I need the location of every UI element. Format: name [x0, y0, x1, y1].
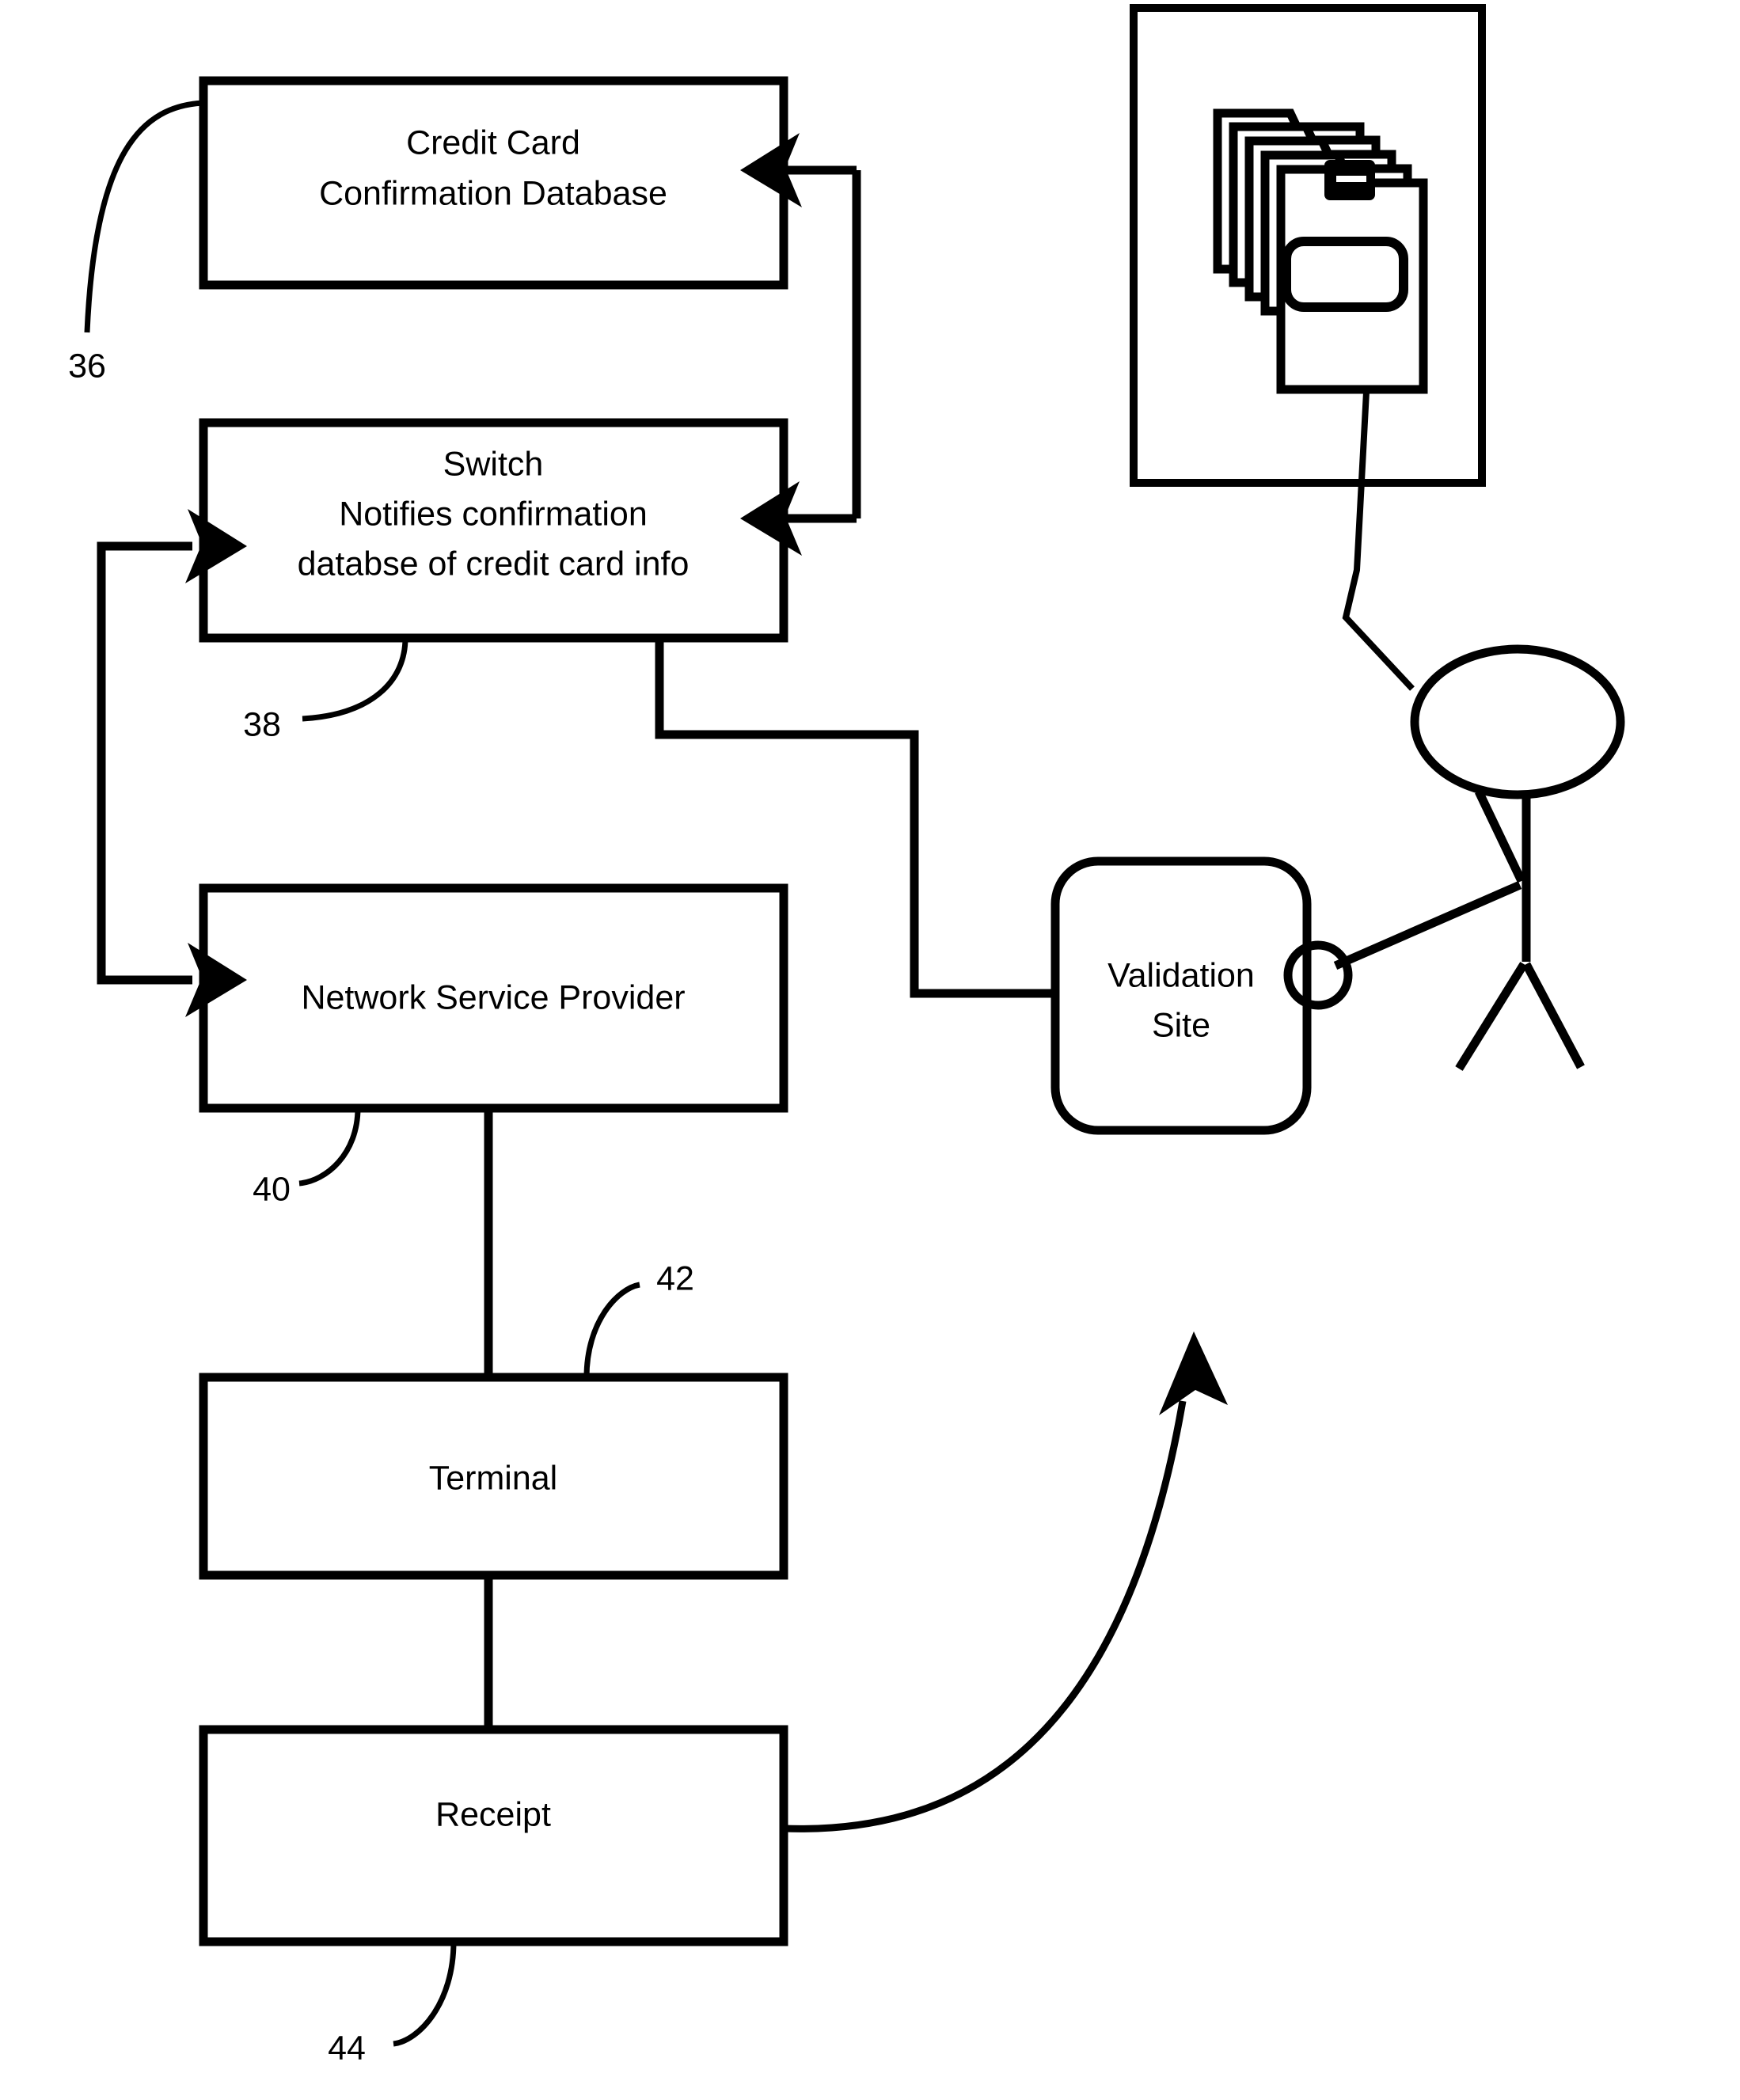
node-credit-card-confirmation-database[interactable]: Credit Card Confirmation Database: [199, 76, 788, 290]
ref-38-leader: [302, 637, 408, 722]
person-shoulder-left: [1475, 789, 1525, 883]
stick-figure-person-icon: [1283, 644, 1625, 1071]
ref-42-group: 42: [583, 1259, 694, 1378]
validation-site-box[interactable]: [1050, 856, 1312, 1135]
receipt-box[interactable]: [199, 1725, 788, 1946]
validation-site-label-line1: Validation: [1107, 956, 1255, 994]
person-leg-left: [1455, 962, 1528, 1071]
ref-40-group: 40: [253, 1107, 361, 1208]
ref-36-group: 36: [68, 100, 204, 385]
switch-label-line2: Notifies confirmation: [339, 495, 648, 533]
network-service-provider-label: Network Service Provider: [301, 978, 685, 1016]
switch-label-line3: databse of credit card info: [298, 545, 690, 583]
person-head: [1410, 644, 1625, 799]
ref-40-label: 40: [253, 1170, 291, 1208]
node-validation-site[interactable]: Validation Site: [1050, 856, 1312, 1135]
ref-38-group: 38: [243, 637, 408, 743]
folder-window: [1282, 237, 1408, 312]
ref-36-leader: [84, 100, 204, 333]
credit-card-db-label-line2: Confirmation Database: [319, 174, 667, 212]
receipt-label: Receipt: [435, 1795, 551, 1833]
ref-44-group: 44: [328, 1941, 457, 2067]
ref-42-label: 42: [656, 1259, 694, 1297]
left-return-path: [97, 541, 192, 985]
switch-label-line1: Switch: [443, 445, 544, 483]
folder-clip-slot: [1336, 176, 1366, 182]
ref-44-leader: [393, 1941, 457, 2047]
node-network-service-provider[interactable]: Network Service Provider: [199, 883, 788, 1113]
person-leg-right: [1522, 962, 1585, 1069]
ref-44-label: 44: [328, 2029, 366, 2067]
receipt-curve-path: [783, 1400, 1187, 1832]
ref-42-leader: [583, 1282, 640, 1378]
validation-site-label-line2: Site: [1152, 1006, 1210, 1044]
arrowhead-receipt-curve: [1159, 1331, 1228, 1415]
node-receipt[interactable]: Receipt: [199, 1725, 788, 1946]
node-switch[interactable]: Switch Notifies confirmation databse of …: [199, 418, 788, 643]
ref-36-label: 36: [68, 347, 106, 385]
patent-figure-canvas: Credit Card Confirmation Database Switch…: [0, 0, 1740, 2100]
person-arm-left: [1333, 880, 1522, 970]
flow-diagram-svg: Credit Card Confirmation Database Switch…: [68, 4, 1625, 2067]
ref-38-label: 38: [243, 705, 281, 743]
receipt-feedback-curved-arrow: [783, 1331, 1228, 1832]
node-terminal[interactable]: Terminal: [199, 1373, 788, 1580]
ref-40-leader: [298, 1107, 361, 1187]
feedback-bus-connectors: [784, 165, 861, 523]
terminal-label: Terminal: [429, 1459, 558, 1497]
left-return-bus-connectors: [97, 541, 192, 985]
credit-card-db-label-line1: Credit Card: [406, 123, 580, 161]
